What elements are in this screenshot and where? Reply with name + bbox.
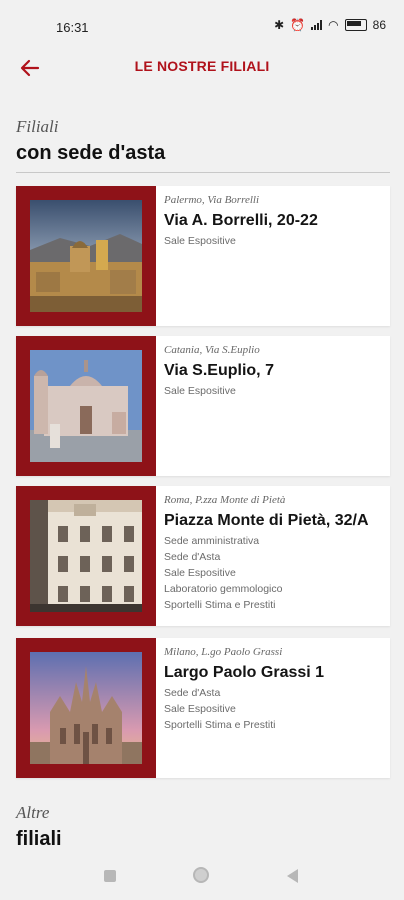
wifi-icon: ◠ bbox=[328, 18, 339, 32]
section-title: filiali bbox=[16, 828, 62, 850]
branch-image bbox=[16, 638, 156, 778]
branch-address: Via A. Borrelli, 20-22 bbox=[164, 212, 318, 229]
status-icons: ✱ ⏰ ◠ 86 bbox=[274, 18, 386, 32]
branch-image bbox=[16, 186, 156, 326]
branch-image bbox=[16, 486, 156, 626]
system-nav-bar bbox=[0, 852, 404, 900]
branch-address: Largo Paolo Grassi 1 bbox=[164, 664, 325, 681]
section-subtitle: Altre bbox=[16, 803, 50, 822]
service-item: Laboratorio gemmologico bbox=[164, 583, 283, 595]
battery-icon bbox=[344, 19, 367, 31]
bluetooth-icon: ✱ bbox=[274, 18, 285, 32]
section-title: con sede d'asta bbox=[16, 142, 166, 164]
branch-services: Sede d'Asta Sale Espositive Sportelli St… bbox=[164, 685, 382, 733]
section-subtitle: Filiali bbox=[16, 117, 59, 136]
branch-services: Sede amministrativa Sede d'Asta Sale Esp… bbox=[164, 533, 382, 613]
branch-location: Catania, Via S.Euplio bbox=[164, 344, 260, 356]
branch-card-catania[interactable]: Catania, Via S.Euplio Via S.Euplio, 7 Sa… bbox=[16, 336, 390, 476]
divider bbox=[16, 172, 390, 173]
branch-image bbox=[16, 336, 156, 476]
branch-location: Milano, L.go Paolo Grassi bbox=[164, 646, 283, 658]
service-item: Sale Espositive bbox=[164, 703, 236, 715]
service-item: Sede amministrativa bbox=[164, 535, 260, 547]
branch-services: Sale Espositive bbox=[164, 383, 382, 399]
service-item: Sale Espositive bbox=[164, 235, 236, 247]
branch-card-milano[interactable]: Milano, L.go Paolo Grassi Largo Paolo Gr… bbox=[16, 638, 390, 778]
branch-services: Sale Espositive bbox=[164, 233, 382, 249]
service-item: Sede d'Asta bbox=[164, 551, 221, 563]
status-time: 16:31 bbox=[56, 20, 89, 35]
alarm-icon: ⏰ bbox=[290, 18, 306, 32]
home-button[interactable] bbox=[193, 867, 209, 883]
branch-card-roma[interactable]: Roma, P.zza Monte di Pietà Piazza Monte … bbox=[16, 486, 390, 626]
recent-apps-button[interactable] bbox=[104, 870, 116, 882]
service-item: Sale Espositive bbox=[164, 385, 236, 397]
service-item: Sede d'Asta bbox=[164, 687, 221, 699]
branch-card-palermo[interactable]: Palermo, Via Borrelli Via A. Borrelli, 2… bbox=[16, 186, 390, 326]
app-bar: LE NOSTRE FILIALI bbox=[0, 52, 404, 86]
branch-address: Via S.Euplio, 7 bbox=[164, 362, 274, 379]
branch-address: Piazza Monte di Pietà, 32/A bbox=[164, 512, 369, 529]
service-item: Sportelli Stima e Prestiti bbox=[164, 599, 276, 611]
branch-location: Palermo, Via Borrelli bbox=[164, 194, 260, 206]
service-item: Sportelli Stima e Prestiti bbox=[164, 719, 276, 731]
signal-icon bbox=[311, 20, 323, 30]
service-item: Sale Espositive bbox=[164, 567, 236, 579]
branch-location: Roma, P.zza Monte di Pietà bbox=[164, 494, 286, 506]
system-back-button[interactable] bbox=[287, 869, 298, 883]
status-bar: 16:31 ✱ ⏰ ◠ 86 bbox=[0, 0, 404, 52]
page-title: LE NOSTRE FILIALI bbox=[134, 58, 270, 74]
battery-level: 86 bbox=[372, 18, 386, 32]
